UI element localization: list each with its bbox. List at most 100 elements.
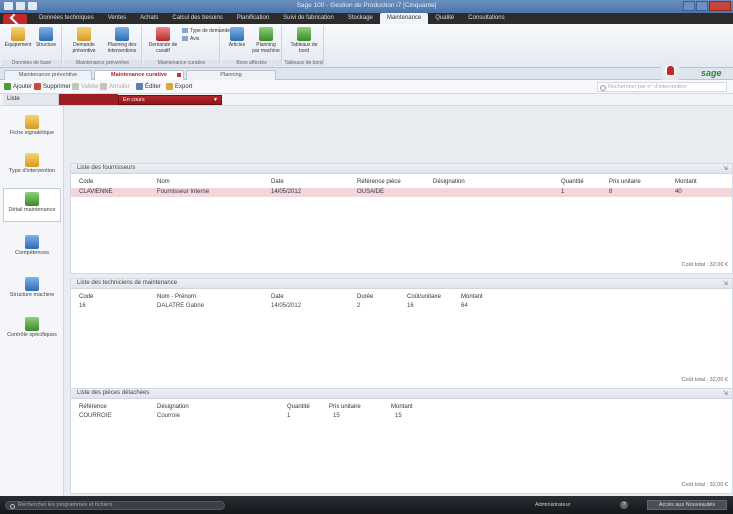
section-header: Liste des techniciens de maintenance ⇲ [71,279,732,289]
notice-button[interactable]: Avis [182,36,199,42]
dashboard-button[interactable]: Tableaux de bord [288,27,320,54]
print-button[interactable]: Éditer [136,83,161,90]
expand-icon[interactable]: ⇲ [723,280,728,287]
ribbon-tab[interactable]: Ventes [101,13,133,24]
expand-icon[interactable]: ⇲ [723,390,728,397]
id-card-icon [25,115,39,129]
filter-label: Liste [3,94,59,105]
articles-button[interactable]: Articles [224,27,250,48]
ribbon-group-dashboard: Tableaux de bord Tableaux de bord [284,26,324,66]
equipment-icon [11,27,25,41]
table-row[interactable]: 16 DALATRE Gabrie 14/05/2012 2 16 64 [71,302,732,311]
search-input[interactable]: Rechercher par n° d'intervention [597,82,727,92]
export-button[interactable]: Export [166,83,192,90]
table-row[interactable]: CLAVIENNE Fournisseur Interne 14/05/2012… [71,188,732,197]
nav-item[interactable]: Type d'intervention [3,150,61,184]
dashboard-icon [297,27,311,41]
nav-item-label: Fiche signalétique [9,130,55,136]
current-user: Administrateur [535,502,571,508]
taskbar-search-input[interactable]: Rechercher les programmes et fichiers [5,501,225,510]
intervention-type-icon [25,153,39,167]
window-controls [683,1,731,11]
close-button[interactable] [709,1,731,11]
nav-item[interactable]: Compétences [3,232,61,266]
machine-plan-button[interactable]: Planning par machine [252,27,280,54]
section-header: Liste des fournisseurs ⇲ [71,164,732,174]
total-cost: Coût total : 32,00 € [681,482,728,488]
curative-request-button[interactable]: Demande de curatif [146,27,180,54]
help-icon[interactable]: ? [620,501,628,509]
expand-icon[interactable]: ⇲ [723,165,728,172]
validate-button[interactable]: Valider [72,83,99,90]
ribbon-tab[interactable]: Consultations [461,13,511,24]
maximize-button[interactable] [696,1,708,11]
delete-icon [34,83,41,90]
parts-section: Liste des pièces détachées ⇲ Référence D… [70,388,733,494]
filter-dropdown[interactable]: En cours [118,95,222,105]
sage-logo: sage [701,68,722,78]
tab-preventive[interactable]: Maintenance préventive [4,70,92,80]
minimize-button[interactable] [683,1,695,11]
nav-item[interactable]: Fiche signalétique [3,112,61,146]
ribbon-tab[interactable]: Qualité [428,13,461,24]
left-navigation: Fiche signalétique Type d'intervention Dét… [0,106,64,496]
ribbon-group-assigned: Articles Planning par machine Bons affec… [222,26,282,66]
add-button[interactable]: Ajouter [4,83,32,90]
section-header: Liste des pièces détachées ⇲ [71,389,732,399]
ribbon-tab[interactable]: Planification [230,13,276,24]
nav-item[interactable]: Structure machine [3,274,61,308]
nav-item[interactable]: Détail maintenance [3,188,61,222]
ribbon-tab[interactable]: Stockage [341,13,380,24]
equipment-button[interactable]: Équipement [4,27,32,48]
structure-icon [39,27,53,41]
nav-item-label: Détail maintenance [8,207,56,213]
nav-item-label: Type d'intervention [9,168,55,174]
machine-structure-icon [25,277,39,291]
structure-button[interactable]: Structure [32,27,60,48]
tab-planning[interactable]: Planning [186,70,276,80]
ribbon-tab[interactable]: Suivi de fabrication [276,13,341,24]
nav-item-label: Compétences [15,250,49,256]
filter-strip [59,94,118,105]
add-icon [4,83,11,90]
ribbon-group-label: Maintenance curative [144,60,219,66]
cancel-icon [100,83,107,90]
preventive-request-icon [77,27,91,41]
intervention-plan-button[interactable]: Planning des interventions [104,27,140,54]
table-row[interactable]: COURROIE Courroie 1 15 15 [71,412,732,421]
nav-item[interactable]: Contrôle spécifiques [3,314,61,348]
ribbon-group-label: Bons affectés [222,60,281,66]
whats-new-button[interactable]: Accès aux Nouveautés [647,500,727,510]
ribbon: Équipement Structure Données de base Dem… [0,24,733,68]
maintenance-detail-icon [25,192,39,206]
ribbon-group-preventive: Demande préventive Planning des interven… [64,26,142,66]
ribbon-group-label: Tableaux de bord [284,60,323,66]
suppliers-section: Liste des fournisseurs ⇲ Code Nom Date R… [70,163,733,274]
cancel-button[interactable]: Annuler [100,83,130,90]
ribbon-group-label: Données de base [2,60,61,66]
ribbon-group-label: Maintenance préventive [64,60,141,66]
filter-bar: Liste En cours [0,94,733,106]
preventive-request-button[interactable]: Demande préventive [66,27,102,54]
articles-icon [230,27,244,41]
delete-button[interactable]: Supprimer [34,83,71,90]
table-header: Code Nom - Prénom Date Durée Coût/unitai… [79,294,483,300]
ribbon-tab[interactable]: Données techniques [32,13,101,24]
ribbon-group-base: Équipement Structure Données de base [2,26,62,66]
taskbar: Rechercher les programmes et fichiers Ad… [0,496,733,514]
print-icon [136,83,143,90]
application-menu-button[interactable] [3,14,27,24]
ribbon-tab[interactable]: Maintenance [379,13,429,24]
window-titlebar: Sage 100 - Gestion de Production i7 [Cin… [0,0,733,13]
notice-icon [182,36,188,42]
request-type-icon [182,28,188,34]
curative-request-icon [156,27,170,41]
intervention-plan-icon [115,27,129,41]
checks-icon [25,317,39,331]
ribbon-tab[interactable]: Calcul des besoins [165,13,229,24]
ribbon-tab[interactable]: Achats [133,13,165,24]
tab-curative[interactable]: Maintenance curative [94,70,184,80]
window-title: Sage 100 - Gestion de Production i7 [Cin… [296,2,437,9]
ribbon-group-curative: Demande de curatif Type de demande Avis … [144,26,230,66]
ribbon-tabs: Données techniques Ventes Achats Calcul des… [32,13,512,24]
